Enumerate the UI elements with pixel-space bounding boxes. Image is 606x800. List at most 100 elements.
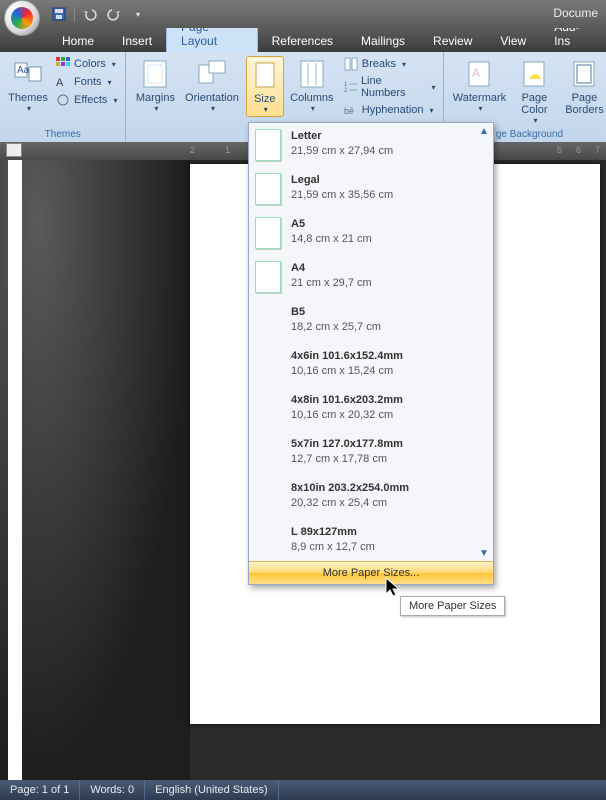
undo-icon[interactable] <box>81 5 99 23</box>
tab-mailings[interactable]: Mailings <box>347 30 419 52</box>
size-option[interactable]: 4x6in 101.6x152.4mm10,16 cm x 15,24 cm <box>249 343 493 387</box>
fonts-icon: A <box>56 75 70 89</box>
scroll-down-icon[interactable]: ▼ <box>478 547 490 559</box>
watermark-button[interactable]: A Watermark▾ <box>450 56 508 115</box>
page-borders-button[interactable]: Page Borders <box>560 56 606 118</box>
status-bar: Page: 1 of 1 Words: 0 English (United St… <box>0 780 606 800</box>
size-option[interactable]: 4x8in 101.6x203.2mm10,16 cm x 20,32 cm <box>249 387 493 431</box>
size-label: Size <box>254 93 275 105</box>
line-numbers-icon: 12 <box>344 80 357 94</box>
watermark-label: Watermark <box>453 92 506 104</box>
size-option-dim: 10,16 cm x 15,24 cm <box>291 364 403 379</box>
size-option[interactable]: 8x10in 203.2x254.0mm20,32 cm x 25,4 cm <box>249 475 493 519</box>
colors-button[interactable]: Colors▾ <box>54 56 119 72</box>
ruler-right-ticks: 5 6 7 <box>557 145 600 155</box>
tab-insert[interactable]: Insert <box>108 30 166 52</box>
quick-access-toolbar: ▾ <box>50 5 147 23</box>
size-option-dim: 18,2 cm x 25,7 cm <box>291 320 381 335</box>
ruler-tick: 1 <box>225 145 230 155</box>
qat-customize-icon[interactable]: ▾ <box>129 5 147 23</box>
columns-button[interactable]: Columns▾ <box>288 56 336 115</box>
hyphenation-button[interactable]: bēHyphenation▾ <box>342 102 438 118</box>
page-icon <box>255 173 281 205</box>
tab-selector[interactable] <box>6 143 22 157</box>
size-option-name: 4x8in 101.6x203.2mm <box>291 393 403 408</box>
svg-text:Aa: Aa <box>17 65 30 76</box>
vertical-ruler[interactable] <box>8 160 22 780</box>
themes-icon: Aa <box>12 58 44 90</box>
size-option-dim: 21,59 cm x 35,56 cm <box>291 188 393 203</box>
size-option[interactable]: L 89x127mm8,9 cm x 12,7 cm <box>249 519 493 561</box>
svg-text:2: 2 <box>344 88 348 94</box>
size-option-name: A5 <box>291 217 372 232</box>
size-option[interactable]: Legal21,59 cm x 35,56 cm <box>249 167 493 211</box>
size-option-name: Letter <box>291 129 393 144</box>
status-words[interactable]: Words: 0 <box>80 780 145 800</box>
page-borders-icon <box>568 58 600 90</box>
size-button[interactable]: Size▾ <box>246 56 284 117</box>
fonts-button[interactable]: AFonts▾ <box>54 74 119 90</box>
breaks-button[interactable]: Breaks▾ <box>342 56 438 72</box>
fonts-label: Fonts <box>74 76 102 88</box>
svg-text:A: A <box>472 66 480 80</box>
tab-view[interactable]: View <box>486 30 540 52</box>
colors-label: Colors <box>74 58 106 70</box>
size-option-dim: 8,9 cm x 12,7 cm <box>291 540 375 555</box>
status-page[interactable]: Page: 1 of 1 <box>0 780 80 800</box>
size-option[interactable]: B518,2 cm x 25,7 cm <box>249 299 493 343</box>
breaks-icon <box>344 57 358 71</box>
size-option[interactable]: 5x7in 127.0x177.8mm12,7 cm x 17,78 cm <box>249 431 493 475</box>
size-option-name: A4 <box>291 261 372 276</box>
effects-label: Effects <box>74 94 107 106</box>
size-option-name: 5x7in 127.0x177.8mm <box>291 437 403 452</box>
columns-icon <box>296 58 328 90</box>
titlebar: ▾ Docume <box>0 0 606 28</box>
themes-label: Themes <box>8 92 48 104</box>
themes-button[interactable]: Aa Themes▾ <box>6 56 50 115</box>
size-option-dim: 20,32 cm x 25,4 cm <box>291 496 409 511</box>
page-color-label: Page Color <box>514 92 554 116</box>
page-icon <box>255 129 281 161</box>
size-option-name: L 89x127mm <box>291 525 375 540</box>
size-option[interactable]: A514,8 cm x 21 cm <box>249 211 493 255</box>
watermark-icon: A <box>463 58 495 90</box>
orientation-icon <box>196 58 228 90</box>
effects-button[interactable]: Effects▾ <box>54 92 119 108</box>
line-numbers-button[interactable]: 12Line Numbers▾ <box>342 74 438 100</box>
scroll-up-icon[interactable]: ▲ <box>478 125 490 137</box>
hyphenation-label: Hyphenation <box>362 104 424 116</box>
orientation-button[interactable]: Orientation▾ <box>182 56 241 115</box>
size-option-name: B5 <box>291 305 381 320</box>
dark-background <box>0 160 190 780</box>
window-title: Docume <box>553 6 598 20</box>
page-color-button[interactable]: Page Color▾ <box>512 56 556 127</box>
ruler-left-ticks: 2 1 <box>190 145 230 155</box>
columns-label: Columns <box>290 92 333 104</box>
group-label-themes: Themes <box>6 129 119 140</box>
line-numbers-label: Line Numbers <box>361 75 426 99</box>
colors-icon <box>56 57 70 71</box>
size-option-name: Legal <box>291 173 393 188</box>
page-icon <box>255 217 281 249</box>
group-themes: Aa Themes▾ Colors▾ AFonts▾ Effects▾ Them… <box>0 52 126 142</box>
size-option-name: 8x10in 203.2x254.0mm <box>291 481 409 496</box>
tab-references[interactable]: References <box>258 30 347 52</box>
ruler-tick: 2 <box>190 145 195 155</box>
tab-review[interactable]: Review <box>419 30 486 52</box>
size-option-name: 4x6in 101.6x152.4mm <box>291 349 403 364</box>
more-paper-sizes-button[interactable]: More Paper Sizes... <box>249 561 493 584</box>
size-option[interactable]: Letter21,59 cm x 27,94 cm <box>249 123 493 167</box>
separator <box>74 6 75 22</box>
status-language[interactable]: English (United States) <box>145 780 279 800</box>
size-option-dim: 12,7 cm x 17,78 cm <box>291 452 403 467</box>
ruler-tick: 5 <box>557 145 562 155</box>
size-icon <box>249 59 281 91</box>
margins-label: Margins <box>136 92 175 104</box>
office-button[interactable] <box>4 0 40 36</box>
save-icon[interactable] <box>50 5 68 23</box>
redo-icon[interactable] <box>105 5 123 23</box>
breaks-label: Breaks <box>362 58 396 70</box>
size-option[interactable]: A421 cm x 29,7 cm <box>249 255 493 299</box>
margins-button[interactable]: Margins▾ <box>132 56 178 115</box>
tab-home[interactable]: Home <box>48 30 108 52</box>
